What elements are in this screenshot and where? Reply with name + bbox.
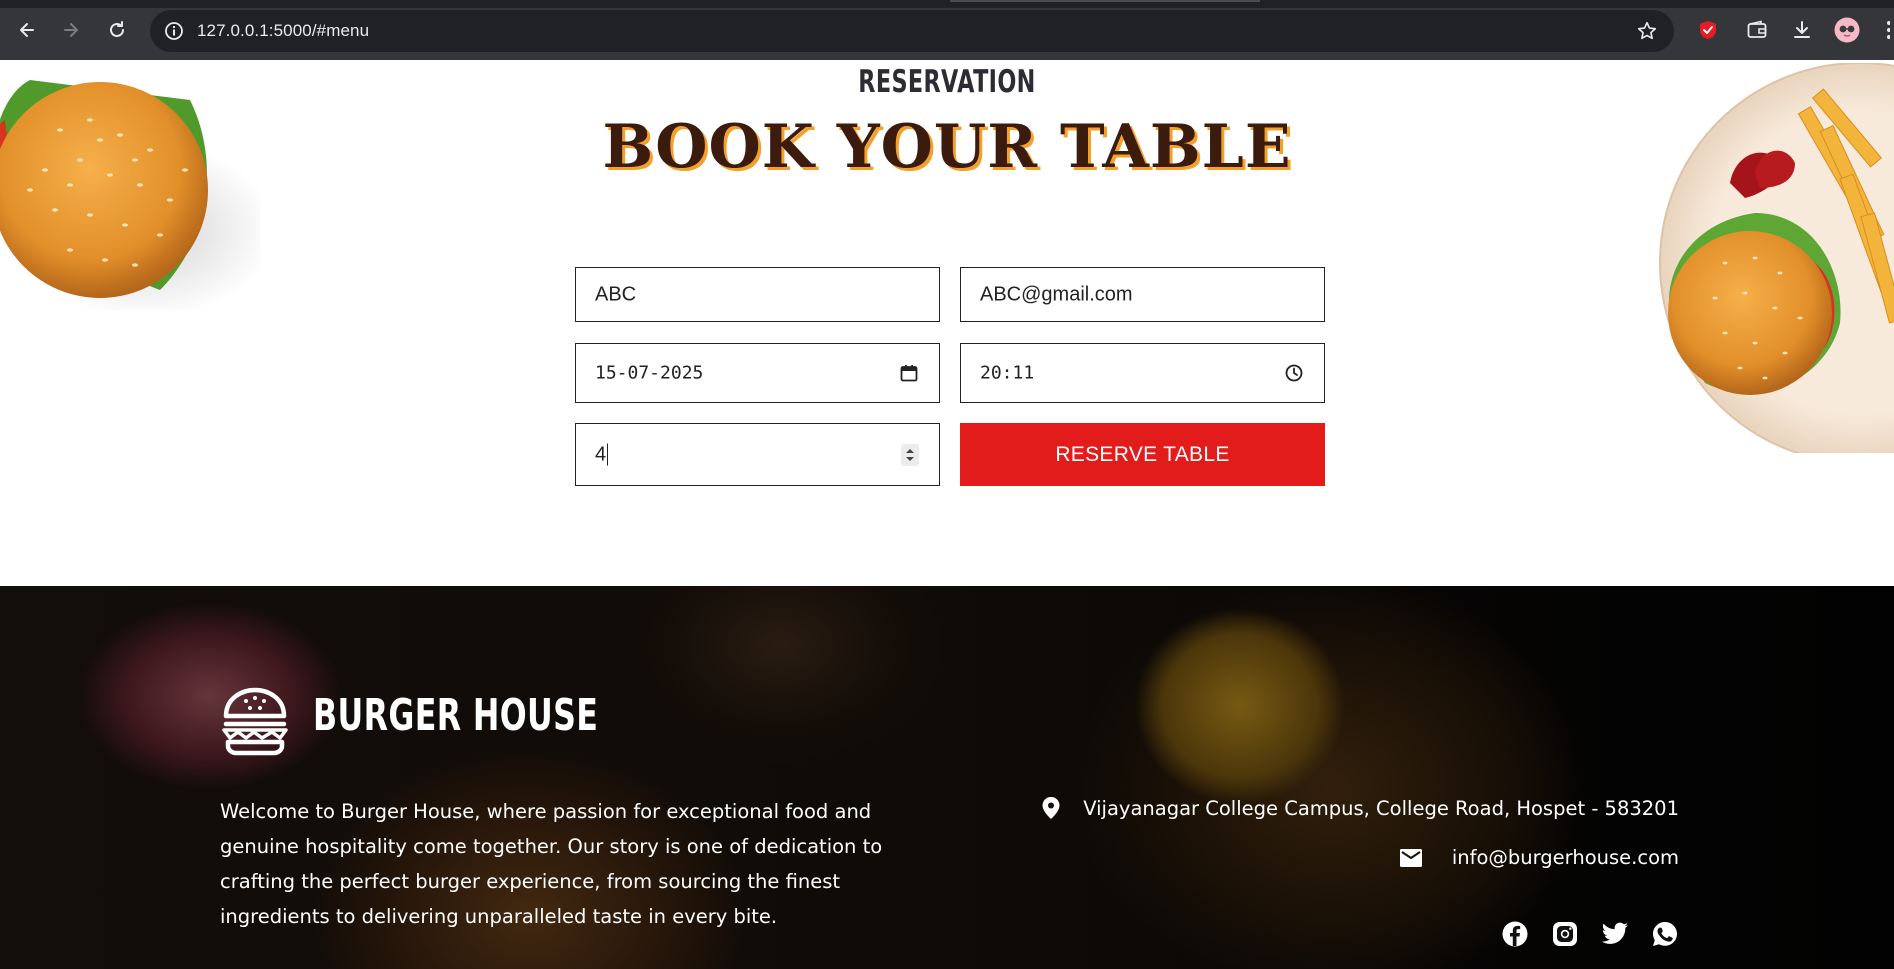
calendar-icon[interactable]	[899, 363, 919, 383]
browser-toolbar: 127.0.0.1:5000/#menu	[0, 0, 1894, 60]
profile-avatar[interactable]	[1834, 17, 1860, 43]
section-subtitle: RESERVATION	[858, 64, 1036, 100]
guests-input-value-wrap: 4	[595, 443, 609, 466]
site-footer: BURGER HOUSE Welcome to Burger House, wh…	[0, 586, 1894, 969]
url-text[interactable]: 127.0.0.1:5000/#menu	[197, 21, 369, 41]
location-pin-icon	[1042, 797, 1060, 819]
reservation-section: RESERVATION BOOK YOUR TABLE ABC ABC@gmai…	[0, 60, 1894, 586]
whatsapp-icon[interactable]	[1652, 921, 1678, 947]
browser-menu-button[interactable]	[1880, 17, 1894, 43]
number-stepper[interactable]	[901, 443, 919, 466]
instagram-icon[interactable]	[1552, 921, 1578, 947]
reserve-table-button[interactable]: RESERVE TABLE	[960, 423, 1325, 486]
time-input[interactable]: 20:11	[960, 343, 1325, 403]
facebook-icon[interactable]	[1502, 921, 1528, 947]
guests-input[interactable]: 4	[575, 423, 940, 486]
downloads-button[interactable]	[1789, 17, 1815, 43]
facebook-link[interactable]	[1501, 920, 1529, 948]
address-text: Vijayanagar College Campus, College Road…	[1083, 796, 1679, 820]
more-vertical-icon	[1887, 21, 1890, 39]
avatar-icon	[1834, 17, 1860, 43]
arrow-left-icon	[20, 23, 34, 37]
forward-button[interactable]	[58, 17, 84, 43]
address-bar[interactable]: 127.0.0.1:5000/#menu	[150, 10, 1674, 52]
burger-image	[0, 80, 260, 310]
footer-brand-name[interactable]: BURGER HOUSE	[313, 690, 598, 741]
back-button[interactable]	[14, 17, 40, 43]
stepper-arrows-icon[interactable]	[901, 444, 919, 466]
reload-icon	[110, 21, 124, 37]
download-icon	[1794, 21, 1810, 38]
time-input-value: 20:11	[980, 362, 1035, 384]
guests-input-value: 4	[595, 443, 607, 465]
section-title: BOOK YOUR TABLE	[602, 112, 1292, 182]
clock-icon[interactable]	[1284, 363, 1304, 383]
footer-address: Vijayanagar College Campus, College Road…	[1041, 796, 1679, 820]
name-input[interactable]: ABC	[575, 267, 940, 322]
whatsapp-link[interactable]	[1651, 920, 1679, 948]
footer-about-text: Welcome to Burger House, where passion f…	[220, 800, 883, 928]
twitter-link[interactable]	[1601, 920, 1629, 948]
instagram-link[interactable]	[1551, 920, 1579, 948]
email-text[interactable]: info@burgerhouse.com	[1452, 846, 1679, 869]
twitter-icon[interactable]	[1601, 922, 1629, 946]
footer-email[interactable]: info@burgerhouse.com	[1399, 846, 1679, 869]
shield-check-icon	[1700, 21, 1716, 39]
tab-strip	[0, 0, 1894, 8]
date-input-value: 15-07-2025	[595, 362, 704, 384]
active-tab-indicator	[950, 0, 1260, 2]
arrow-right-icon	[64, 23, 78, 37]
mail-icon	[1399, 848, 1422, 867]
email-input[interactable]: ABC@gmail.com	[960, 267, 1325, 322]
name-input-value: ABC	[595, 283, 637, 305]
social-links	[1501, 920, 1679, 948]
extension-shield-button[interactable]	[1695, 17, 1721, 43]
wallet-button[interactable]	[1744, 17, 1770, 43]
email-input-value: ABC@gmail.com	[980, 283, 1133, 305]
burger-logo-icon	[222, 687, 288, 756]
text-caret	[607, 443, 609, 466]
wallet-icon	[1747, 20, 1767, 38]
site-info-icon[interactable]	[164, 21, 184, 41]
date-input[interactable]: 15-07-2025	[575, 343, 940, 403]
reload-button[interactable]	[104, 17, 130, 43]
bookmark-star-icon[interactable]	[1636, 20, 1658, 42]
